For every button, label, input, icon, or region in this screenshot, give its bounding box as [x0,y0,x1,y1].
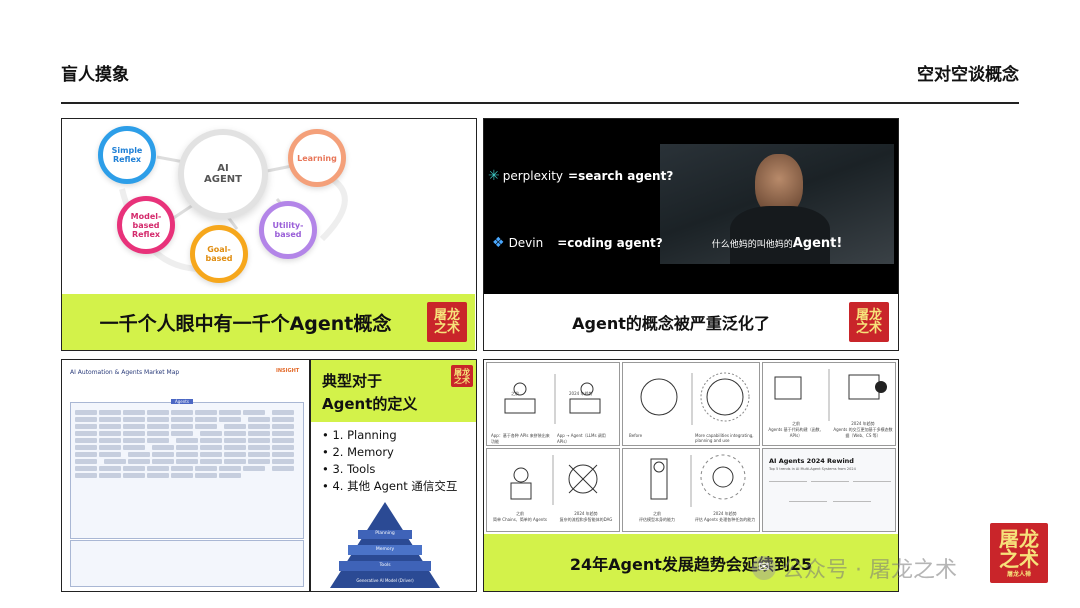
market-map: AI Automation & Agents Market Map INSIGH… [62,360,309,591]
definition-item: • 3. Tools [322,462,376,476]
rewind-title: AI Agents 2024 Rewind [769,457,854,465]
watermark: ✉ 公众号 · 屠龙之术 [752,552,957,584]
caption-tl-text: 一千个人眼中有一千个Agent概念 [99,312,392,335]
panel-agent-definition: AI Automation & Agents Market Map INSIGH… [61,359,477,592]
node-utility-based: Utility- based [259,201,317,259]
panel-agent-types: Simple Reflex AI AGENT Learning Model- b… [61,118,477,351]
seal-logo: 屠龙 之术 [427,302,467,342]
market-map-infra [70,540,304,587]
pyramid-driver: Generative AI Model (Driver) [356,578,414,583]
market-map-title: AI Automation & Agents Market Map [70,369,180,376]
trend-sketch-chains: 之前 简单 Chains、简单的 Agents 2024 年趋势 复杂的流程和多智能… [486,448,620,532]
caption-tr-text: Agent的概念被严重泛化了 [572,314,770,333]
trend-sketch-brains: Before More capabilities integrating, pl… [622,362,760,446]
movie-subtitle: 什么他妈的叫他妈的Agent! [711,236,843,251]
chains-sketch-illustration [510,455,598,505]
evaluation-sketch-illustration [650,454,746,507]
node-goal-based: Goal- based [190,225,248,283]
seal-logo: 屠龙 之术 [849,302,889,342]
apps-sketch-illustration [504,374,601,424]
watermark-label: 公众号 · 屠龙之术 [782,558,957,583]
person-coat [730,206,830,264]
seal-logo-large: 屠龙 之术 屠龙人禅 [990,523,1048,583]
perplexity-brand: perplexity [502,169,564,183]
perplexity-row: ✳ perplexity =search agent? [488,168,673,184]
trend-sketch-evaluation: 之前 评估模型本身的能力 2024 年趋势 评估 Agents 处理各种任务的能力 [622,448,760,532]
perplexity-logo-icon: ✳ [488,168,500,184]
node-learning: Learning [288,129,346,187]
market-map-center-label: Agents [171,399,193,404]
node-simple-reflex: Simple Reflex [98,126,156,184]
definition-title: 典型对于 Agent的定义 [322,372,418,413]
trend-sketch-apps: 之前 2024 年趋势 App：基于各种 APIs 来拼装出来功能 App → … [486,362,620,446]
wechat-icon: ✉ [752,556,776,580]
movie-still-image: 什么他妈的叫他妈的Agent! [660,144,894,264]
devin-row: ❖ Devin =coding agent? [492,235,663,251]
devin-brand: Devin [508,236,544,250]
node-ai-agent: AI AGENT [178,129,268,219]
rewind-subtitle: Top 5 trends in AI Multi-Agent Systems f… [769,467,856,471]
rewind-trend-grid [769,481,891,521]
header-divider [61,102,1019,104]
perplexity-label: =search agent? [568,169,674,183]
market-map-brand: INSIGHT [276,368,300,374]
pyramid-tools: Tools [379,563,391,568]
market-map-grid: Agents [70,399,304,539]
panel-generalized-agent: 什么他妈的叫他妈的Agent! ✳ perplexity =search age… [483,118,899,351]
definition-item: • 2. Memory [322,445,394,459]
node-model-based-reflex: Model- based Reflex [117,196,175,254]
page-title-left: 盲人摸象 [61,65,129,85]
column-divider [309,360,311,591]
definition-item: • 1. Planning [322,428,397,442]
caption-tr: Agent的概念被严重泛化了 [484,294,898,350]
market-map-companies [71,403,303,485]
seal-logo-small: 屠龙 之术 [451,365,473,387]
devin-logo-icon: ❖ [492,235,505,251]
agent-pyramid: Planning Memory Tools Generative AI Mode… [330,502,440,588]
pyramid-planning: Planning [375,531,395,536]
definition-body: • 1. Planning • 2. Memory • 3. Tools • 4… [310,422,476,591]
pyramid-memory: Memory [375,547,395,552]
trend-sketch-multimodal: 之前 Agents 基于代码构建（函数、APIs） 2024 年趋势 Agents … [762,362,896,446]
brain-sketch-illustration [640,372,750,425]
caption-tl: 一千个人眼中有一千个Agent概念 [62,294,475,350]
devin-label: =coding agent? [557,236,663,250]
definition-item: • 4. 其他 Agent 通信交互 [322,479,458,493]
page-title-right: 空对空谈概念 [917,65,1019,85]
multimodal-sketch-illustration [774,369,887,421]
definition-header: 典型对于 Agent的定义 屠龙 之术 [310,360,476,422]
trend-rewind-card: AI Agents 2024 Rewind Top 5 trends in AI… [762,448,896,532]
definition-list: • 1. Planning • 2. Memory • 3. Tools • 4… [322,427,457,495]
